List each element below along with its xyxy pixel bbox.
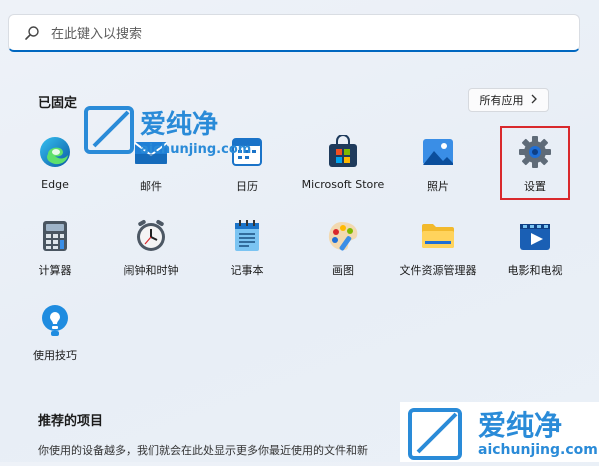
pinned-app-tips[interactable]: 使用技巧 xyxy=(9,297,101,367)
clock-icon xyxy=(133,218,169,254)
app-label: 日历 xyxy=(236,180,258,193)
watermark-brand: 爱纯净 xyxy=(140,110,219,140)
settings-highlight-box xyxy=(500,126,570,200)
all-apps-button[interactable]: 所有应用 xyxy=(468,88,549,112)
notepad-icon xyxy=(229,218,265,254)
tips-icon xyxy=(37,303,73,339)
app-label: 邮件 xyxy=(140,180,162,193)
watermark-logo-icon xyxy=(408,408,462,460)
pinned-app-paint[interactable]: 画图 xyxy=(297,212,389,282)
search-placeholder: 在此键入以搜索 xyxy=(51,27,143,42)
search-icon xyxy=(23,24,41,42)
recommended-title: 推荐的项目 xyxy=(38,414,104,429)
app-label: 文件资源管理器 xyxy=(399,264,477,277)
pinned-title: 已固定 xyxy=(38,96,78,111)
watermark-top: 爱纯净 aichunjing.com xyxy=(82,104,282,164)
paint-icon xyxy=(325,218,361,254)
app-label: Edge xyxy=(41,178,69,191)
watermark-brand: 爱纯净 xyxy=(478,409,563,442)
app-label: 电影和电视 xyxy=(507,264,563,277)
pinned-app-store[interactable]: Microsoft Store xyxy=(297,128,389,198)
app-label: 记事本 xyxy=(230,264,264,277)
store-icon xyxy=(325,134,361,170)
folder-icon xyxy=(420,218,456,254)
photos-icon xyxy=(420,134,456,170)
watermark-url: aichunjing.com xyxy=(140,142,252,157)
movies-icon xyxy=(517,218,553,254)
app-label: 使用技巧 xyxy=(33,349,77,362)
app-label: Microsoft Store xyxy=(301,178,385,191)
app-label: 闹钟和时钟 xyxy=(123,264,179,277)
pinned-app-photos[interactable]: 照片 xyxy=(392,128,484,198)
chevron-right-icon xyxy=(530,94,538,107)
pinned-app-file-explorer[interactable]: 文件资源管理器 xyxy=(392,212,484,282)
app-label: 计算器 xyxy=(38,264,72,277)
pinned-app-clock[interactable]: 闹钟和时钟 xyxy=(105,212,197,282)
app-label: 照片 xyxy=(427,180,449,193)
pinned-app-notepad[interactable]: 记事本 xyxy=(201,212,293,282)
edge-icon xyxy=(37,134,73,170)
all-apps-label: 所有应用 xyxy=(479,94,524,107)
pinned-app-movies-tv[interactable]: 电影和电视 xyxy=(489,212,581,282)
pinned-app-calculator[interactable]: 计算器 xyxy=(9,212,101,282)
watermark-bottom: 爱纯净 aichunjing.com xyxy=(400,402,599,462)
watermark-url: aichunjing.com xyxy=(478,442,598,458)
search-box[interactable]: 在此键入以搜索 xyxy=(8,14,580,52)
app-label: 画图 xyxy=(332,264,354,277)
recommended-description: 你使用的设备越多，我们就会在此处显示更多你最近使用的文件和新 xyxy=(38,444,368,457)
calculator-icon xyxy=(37,218,73,254)
